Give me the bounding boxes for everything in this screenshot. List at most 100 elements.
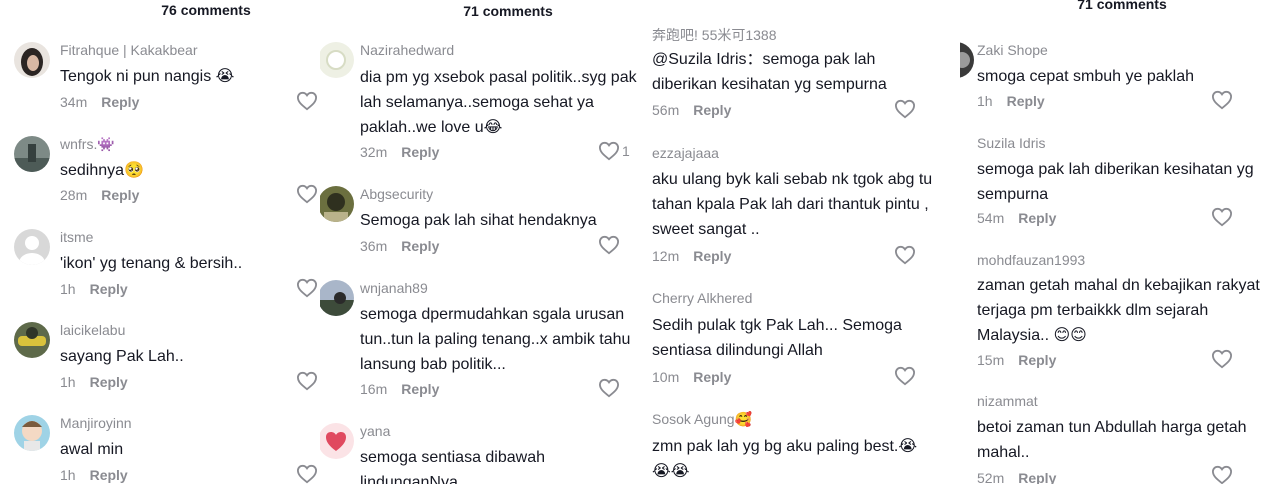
comment-username[interactable]: Suzila Idris xyxy=(977,135,1045,151)
reply-button[interactable]: Reply xyxy=(1018,210,1056,226)
heart-outline-icon[interactable] xyxy=(598,378,620,398)
comment-text: @Suzila Idris：semoga pak lah diberikan k… xyxy=(652,51,887,93)
comment-time: 52m xyxy=(977,470,1005,484)
comment-time: 56m xyxy=(652,102,680,118)
comment-username[interactable]: nizammat xyxy=(977,393,1038,409)
heart-outline-icon[interactable] xyxy=(1211,207,1233,227)
comment-username[interactable]: wnfrs.👾 xyxy=(60,136,115,153)
comment-text: aku ulang byk kali sebab nk tgok abg tu … xyxy=(652,171,933,238)
comment-text: semoga sentiasa dibawah lindunganNya xyxy=(360,449,546,484)
heart-outline-icon[interactable] xyxy=(1211,349,1233,369)
heart-outline-icon[interactable] xyxy=(1211,465,1233,484)
comment-panel-2: 71 comments Nazirahedward dia pm yg xseb… xyxy=(320,0,640,484)
comment-count: 71 comments xyxy=(1077,0,1167,12)
heart-outline-icon[interactable] xyxy=(598,235,620,255)
reply-button[interactable]: Reply xyxy=(1007,93,1045,109)
reply-button[interactable]: Reply xyxy=(90,467,128,483)
avatar[interactable] xyxy=(14,229,50,265)
comment-panel-1: 76 comments Fitrahque | Kakakbear Tengok… xyxy=(0,0,320,484)
heart-outline-icon[interactable] xyxy=(296,371,318,391)
reply-button[interactable]: Reply xyxy=(401,381,439,397)
comment-count: 76 comments xyxy=(161,2,251,18)
comment-panel-3: 奔跑吧! 55米可1388 @Suzila Idris：semoga pak l… xyxy=(640,0,960,484)
heart-outline-icon[interactable] xyxy=(1211,90,1233,110)
avatar[interactable] xyxy=(14,136,50,172)
heart-outline-icon[interactable] xyxy=(296,464,318,484)
comment-username[interactable]: Sosok Agung🥰 xyxy=(652,411,752,428)
reply-button[interactable]: Reply xyxy=(693,248,731,264)
comment-time: 1h xyxy=(977,93,993,109)
comment-meta: 1h Reply xyxy=(60,281,128,297)
comment-text: smoga cepat smbuh ye paklah xyxy=(977,68,1195,85)
comment-text: zaman getah mahal dn kebajikan rakyat te… xyxy=(977,277,1260,344)
heart-outline-icon[interactable] xyxy=(296,184,318,204)
heart-outline-icon[interactable] xyxy=(296,278,318,298)
comment-text: sedihnya🥺 xyxy=(60,162,144,179)
comment-time: 34m xyxy=(60,94,88,110)
comment-meta: 54m Reply xyxy=(977,210,1056,226)
heart-outline-icon[interactable] xyxy=(598,141,620,161)
comment-meta: 1h Reply xyxy=(60,374,128,390)
reply-button[interactable]: Reply xyxy=(90,374,128,390)
reply-button[interactable]: Reply xyxy=(401,144,439,160)
comment-time: 54m xyxy=(977,210,1005,226)
reply-button[interactable]: Reply xyxy=(101,94,139,110)
comment-username[interactable]: Zaki Shope xyxy=(977,42,1048,58)
comment-username[interactable]: Nazirahedward xyxy=(360,42,454,58)
comment-text: semoga pak lah diberikan kesihatan yg se… xyxy=(977,161,1254,203)
heart-outline-icon[interactable] xyxy=(296,91,318,111)
comment-time: 36m xyxy=(360,238,388,254)
comment-username[interactable]: ezzajajaaa xyxy=(652,145,719,161)
comment-text: betoi zaman tun Abdullah harga getah mah… xyxy=(977,419,1247,461)
comment-username[interactable]: Cherry Alkhered xyxy=(652,290,752,306)
comment-time: 32m xyxy=(360,144,388,160)
comment-username[interactable]: 奔跑吧! 55米可1388 xyxy=(652,25,777,45)
avatar[interactable] xyxy=(320,186,354,222)
comment-time: 28m xyxy=(60,187,88,203)
heart-outline-icon[interactable] xyxy=(894,366,916,386)
heart-outline-icon[interactable] xyxy=(894,245,916,265)
reply-button[interactable]: Reply xyxy=(1018,470,1056,484)
avatar[interactable] xyxy=(320,423,354,459)
comment-username[interactable]: mohdfauzan1993 xyxy=(977,252,1085,268)
comment-time: 16m xyxy=(360,381,388,397)
comment-meta: 36m Reply xyxy=(360,238,439,254)
comment-username[interactable]: laicikelabu xyxy=(60,322,125,338)
comment-username[interactable]: wnjanah89 xyxy=(360,280,428,296)
comment-meta: 28m Reply xyxy=(60,187,139,203)
comment-text: Tengok ni pun nangis 😭 xyxy=(60,68,235,85)
reply-button[interactable]: Reply xyxy=(101,187,139,203)
avatar[interactable] xyxy=(320,42,354,78)
comment-meta: 15m Reply xyxy=(977,352,1056,368)
reply-button[interactable]: Reply xyxy=(1018,352,1056,368)
reply-button[interactable]: Reply xyxy=(90,281,128,297)
avatar[interactable] xyxy=(320,280,354,316)
comment-text: semoga dpermudahkan sgala urusan tun..tu… xyxy=(360,306,631,373)
avatar[interactable] xyxy=(14,415,50,451)
avatar[interactable] xyxy=(14,322,50,358)
comment-username[interactable]: Fitrahque | Kakakbear xyxy=(60,42,198,58)
comment-username[interactable]: itsme xyxy=(60,229,93,245)
reply-button[interactable]: Reply xyxy=(401,238,439,254)
comment-username[interactable]: Abgsecurity xyxy=(360,186,433,202)
comment-text: 'ikon' yg tenang & bersih.. xyxy=(60,255,243,272)
comment-meta: 10m Reply xyxy=(652,369,731,385)
comment-time: 1h xyxy=(60,281,76,297)
reply-button[interactable]: Reply xyxy=(693,102,731,118)
comment-time: 12m xyxy=(652,248,680,264)
comment-meta: 1h Reply xyxy=(60,467,128,483)
comment-text: dia pm yg xsebok pasal politik..syg pak … xyxy=(360,69,637,136)
comment-meta: 52m Reply xyxy=(977,470,1056,484)
comment-username[interactable]: Manjiroyinn xyxy=(60,415,132,431)
comment-username[interactable]: yana xyxy=(360,423,390,439)
avatar[interactable] xyxy=(14,42,50,78)
comment-time: 15m xyxy=(977,352,1005,368)
comment-text: sayang Pak Lah.. xyxy=(60,348,184,365)
comment-meta: 1h Reply xyxy=(977,93,1045,109)
reply-button[interactable]: Reply xyxy=(693,369,731,385)
avatar[interactable] xyxy=(960,42,974,78)
comment-time: 10m xyxy=(652,369,680,385)
heart-outline-icon[interactable] xyxy=(894,99,916,119)
comment-text: Sedih pulak tgk Pak Lah... Semoga sentia… xyxy=(652,317,902,359)
comment-time: 1h xyxy=(60,467,76,483)
